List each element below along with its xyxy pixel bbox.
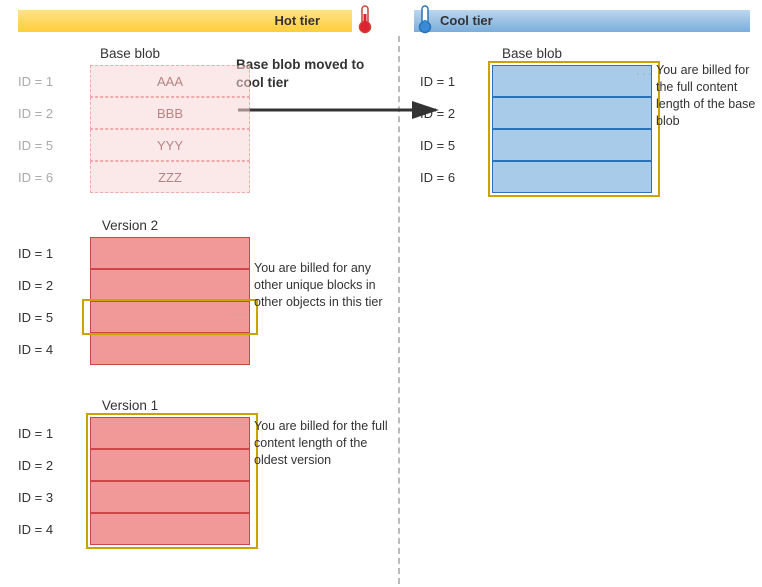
leader-dots: ··· xyxy=(232,418,250,432)
hot-v2-title: Version 2 xyxy=(10,218,250,233)
note-oldest-version: You are billed for the full content leng… xyxy=(254,418,394,469)
hot-v1-title: Version 1 xyxy=(10,398,250,413)
hot-base-title: Base blob xyxy=(10,46,250,61)
cool-tier-label: Cool tier xyxy=(440,13,493,28)
hot-tier-label: Hot tier xyxy=(275,13,321,28)
thermometer-hot-icon xyxy=(356,4,374,34)
leader-dots: ··· xyxy=(636,66,654,80)
move-annotation: Base blob moved to cool tier xyxy=(236,56,386,91)
note-unique-blocks: You are billed for any other unique bloc… xyxy=(254,260,394,311)
hot-version-1: Version 1 ID = 1AAA ID = 2BBB ID = 3CCC … xyxy=(10,398,250,545)
thermometer-cool-icon xyxy=(416,4,434,34)
note-cool-base: You are billed for the full content leng… xyxy=(656,62,756,130)
leader-dots: ··· xyxy=(232,307,250,321)
hot-tier-header: Hot tier xyxy=(18,10,352,32)
hot-version-2: Version 2 ID = 1AAA ID = 2BBB ID = 5YYY … xyxy=(10,218,250,365)
cool-base-title: Base blob xyxy=(412,46,652,61)
hot-base-blob: Base blob ID = 1AAA ID = 2BBB ID = 5YYY … xyxy=(10,46,250,193)
cool-tier-header: Cool tier xyxy=(414,10,750,32)
cool-base-blob: Base blob ID = 1AAA ID = 2BBB ID = 5YYY … xyxy=(412,46,652,193)
